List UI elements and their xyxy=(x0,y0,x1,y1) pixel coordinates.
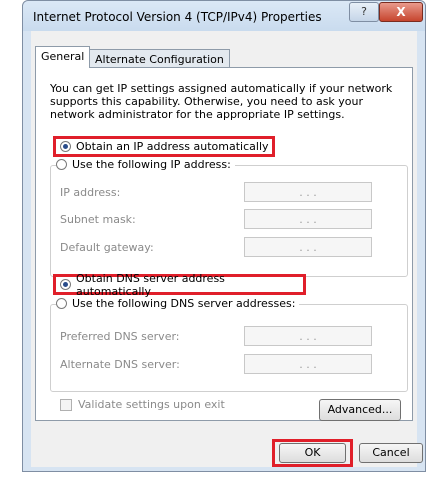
tab-general[interactable]: General xyxy=(35,46,91,68)
advanced-button[interactable]: Advanced... xyxy=(319,399,401,421)
dialog-window: Internet Protocol Version 4 (TCP/IPv4) P… xyxy=(22,0,426,472)
title-bar[interactable]: Internet Protocol Version 4 (TCP/IPv4) P… xyxy=(23,1,425,31)
ok-button[interactable]: OK xyxy=(279,443,346,463)
validate-settings-option[interactable]: Validate settings upon exit xyxy=(60,398,225,411)
default-gateway-input[interactable]: . . . xyxy=(244,237,372,257)
preferred-dns-input[interactable]: . . . xyxy=(244,326,372,346)
dns-server-group xyxy=(50,304,408,392)
obtain-ip-auto-option[interactable]: Obtain an IP address automatically xyxy=(53,136,275,157)
alternate-dns-value: . . . xyxy=(299,357,317,371)
subnet-mask-label: Subnet mask: xyxy=(60,213,136,226)
obtain-dns-auto-option[interactable]: Obtain DNS server address automatically xyxy=(53,271,306,298)
use-following-dns-radio[interactable] xyxy=(56,298,67,309)
validate-settings-label: Validate settings upon exit xyxy=(78,398,225,411)
obtain-dns-auto-label: Obtain DNS server address automatically xyxy=(75,271,225,298)
general-panel: You can get IP settings assigned automat… xyxy=(35,67,413,421)
use-following-dns-option[interactable]: Use the following DNS server addresses: xyxy=(56,297,300,310)
alternate-dns-input[interactable]: . . . xyxy=(244,354,372,374)
subnet-mask-value: . . . xyxy=(299,212,317,226)
help-button[interactable]: ? xyxy=(349,2,379,22)
subnet-mask-input[interactable]: . . . xyxy=(244,209,372,229)
default-gateway-value: . . . xyxy=(299,240,317,254)
window-title: Internet Protocol Version 4 (TCP/IPv4) P… xyxy=(33,10,322,24)
obtain-dns-auto-radio[interactable] xyxy=(60,279,71,290)
ip-address-input[interactable]: . . . xyxy=(244,182,372,202)
default-gateway-label: Default gateway: xyxy=(60,241,154,254)
obtain-ip-auto-radio[interactable] xyxy=(60,141,71,152)
use-following-ip-option[interactable]: Use the following IP address: xyxy=(56,158,235,171)
ip-address-value: . . . xyxy=(299,185,317,199)
use-following-ip-label: Use the following IP address: xyxy=(72,158,231,171)
preferred-dns-value: . . . xyxy=(299,329,317,343)
tab-alternate-configuration[interactable]: Alternate Configuration xyxy=(89,49,230,69)
dialog-client: General Alternate Configuration You can … xyxy=(31,31,423,467)
alternate-dns-label: Alternate DNS server: xyxy=(60,358,180,371)
ip-address-label: IP address: xyxy=(60,186,121,199)
preferred-dns-label: Preferred DNS server: xyxy=(60,330,180,343)
description-text: You can get IP settings assigned automat… xyxy=(50,82,393,121)
close-button[interactable]: X xyxy=(379,2,423,22)
use-following-dns-label: Use the following DNS server addresses: xyxy=(72,297,296,310)
use-following-ip-radio[interactable] xyxy=(56,159,67,170)
obtain-ip-auto-label: Obtain an IP address automatically xyxy=(76,140,269,153)
cancel-button[interactable]: Cancel xyxy=(359,443,423,463)
validate-settings-checkbox[interactable] xyxy=(60,398,72,411)
